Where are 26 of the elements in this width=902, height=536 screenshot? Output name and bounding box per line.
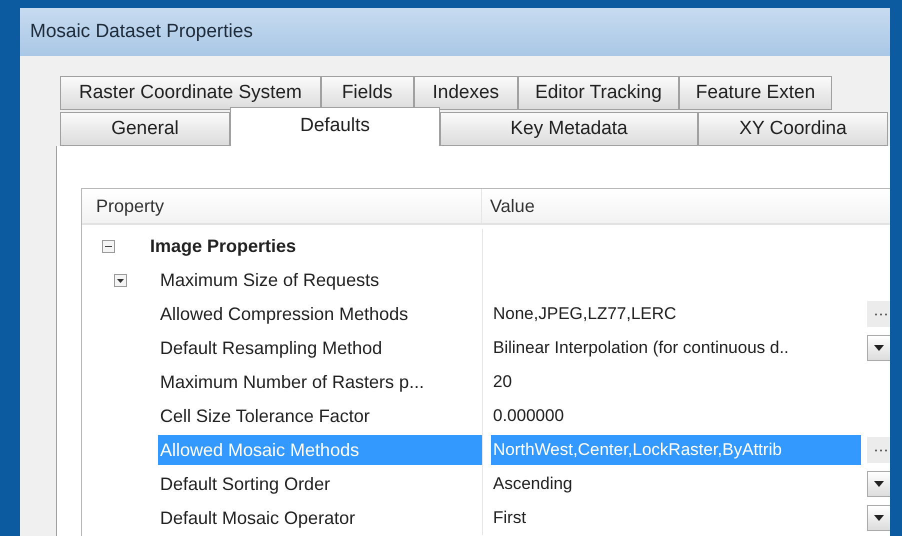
property-name[interactable]: Default Resampling Method: [158, 333, 482, 363]
column-header[interactable]: Property: [82, 189, 482, 223]
property-value[interactable]: None,JPEG,LZ77,LERC: [491, 299, 861, 329]
property-name[interactable]: Maximum Number of Rasters p...: [158, 367, 482, 397]
tab[interactable]: Fields: [320, 76, 414, 110]
property-value[interactable]: 0.000000: [491, 401, 861, 431]
property-name[interactable]: Allowed Compression Methods: [158, 299, 482, 329]
property-name[interactable]: Default Sorting Order: [158, 469, 482, 499]
window-title: Mosaic Dataset Properties: [30, 20, 253, 44]
tab[interactable]: Defaults: [230, 107, 440, 147]
category-label[interactable]: Image Properties: [148, 231, 482, 261]
tab[interactable]: XY Coordina: [698, 112, 888, 146]
tab[interactable]: Indexes: [414, 76, 518, 110]
tab[interactable]: Editor Tracking: [518, 76, 679, 110]
property-name[interactable]: Default Mosaic Operator: [158, 503, 482, 533]
tab[interactable]: General: [60, 112, 230, 146]
property-name[interactable]: Maximum Size of Requests: [158, 265, 482, 295]
tab[interactable]: Raster Coordinate System: [60, 76, 321, 110]
property-name[interactable]: Cell Size Tolerance Factor: [158, 401, 482, 431]
property-value[interactable]: First: [491, 503, 861, 533]
column-header[interactable]: Value: [482, 189, 890, 223]
tab[interactable]: Key Metadata: [440, 112, 698, 146]
property-value[interactable]: Ascending: [491, 469, 861, 499]
tab[interactable]: Feature Exten: [678, 76, 832, 110]
property-value[interactable]: Bilinear Interpolation (for continuous d..: [491, 333, 861, 363]
property-value[interactable]: 20: [491, 367, 861, 397]
